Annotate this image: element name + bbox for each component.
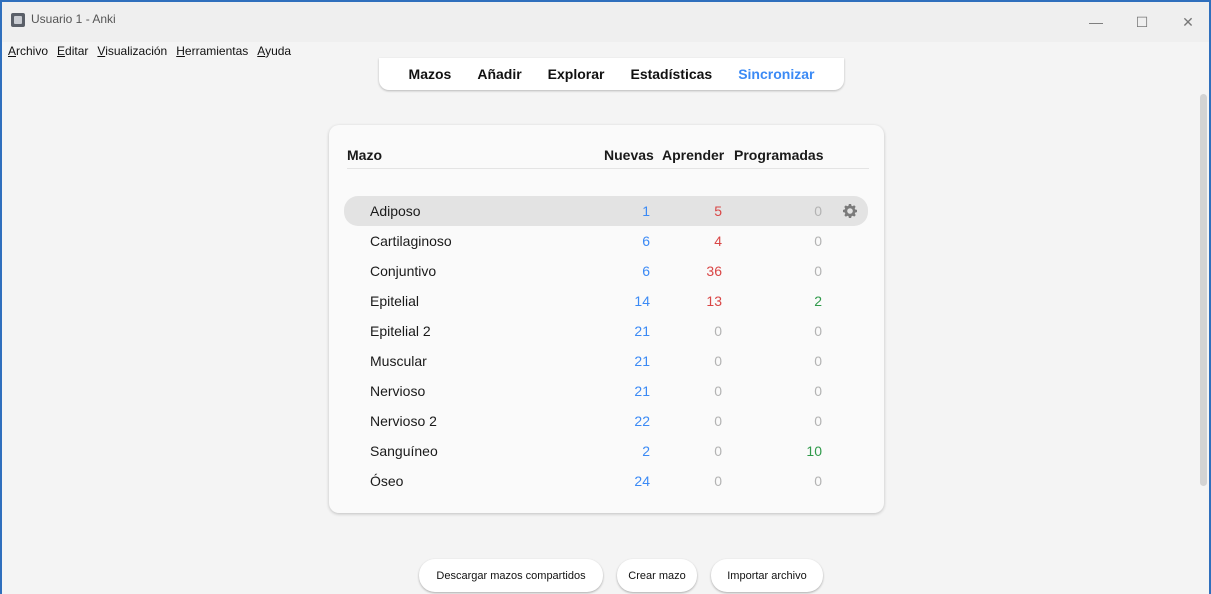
toolbar-stats[interactable]: Estadísticas	[630, 66, 712, 82]
deck-new-count: 2	[642, 443, 650, 459]
anki-window: Usuario 1 - Anki — ☐ ✕ Archivo Editar Visu…	[0, 0, 1211, 594]
deck-new-count: 21	[634, 353, 650, 369]
title-bar: Usuario 1 - Anki — ☐ ✕	[2, 2, 1209, 42]
menu-label-rest: isualización	[105, 44, 168, 58]
deck-learn-count: 0	[714, 473, 722, 489]
deck-new-count: 21	[634, 383, 650, 399]
menu-mnemonic: A	[8, 44, 17, 58]
import-file-button[interactable]: Importar archivo	[711, 559, 823, 592]
menu-archivo[interactable]: Archivo	[8, 44, 48, 60]
deck-new-count: 24	[634, 473, 650, 489]
deck-row[interactable]: Óseo 24 0 0	[344, 466, 868, 496]
vertical-scrollbar[interactable]	[1200, 94, 1207, 486]
menu-ayuda[interactable]: Ayuda	[257, 44, 291, 60]
deck-name[interactable]: Cartilaginoso	[370, 233, 452, 249]
deck-row[interactable]: Epitelial 2 21 0 0	[344, 316, 868, 346]
menu-mnemonic: H	[176, 44, 185, 58]
menu-mnemonic: E	[57, 44, 66, 58]
deck-due-count: 0	[814, 323, 822, 339]
get-shared-button[interactable]: Descargar mazos compartidos	[419, 559, 603, 592]
deck-new-count: 6	[642, 263, 650, 279]
deck-learn-count: 13	[706, 293, 722, 309]
deck-name[interactable]: Nervioso 2	[370, 413, 437, 429]
deck-name[interactable]: Nervioso	[370, 383, 425, 399]
deck-due-count: 10	[806, 443, 822, 459]
main-toolbar: Mazos Añadir Explorar Estadísticas Sincr…	[379, 58, 844, 90]
deck-row[interactable]: Muscular 21 0 0	[344, 346, 868, 376]
deck-new-count: 1	[642, 203, 650, 219]
menu-label-rest: ditar	[65, 44, 89, 58]
deck-row[interactable]: Sanguíneo 2 0 10	[344, 436, 868, 466]
deck-list: Mazo Nuevas Aprender Programadas Adiposo…	[329, 125, 884, 513]
deck-learn-count: 0	[714, 413, 722, 429]
deck-due-count: 2	[814, 293, 822, 309]
deck-learn-count: 0	[714, 383, 722, 399]
deck-learn-count: 0	[714, 323, 722, 339]
toolbar-decks[interactable]: Mazos	[409, 66, 452, 82]
header-due: Programadas	[734, 147, 824, 163]
deck-options-gear-icon[interactable]	[842, 203, 858, 219]
menu-editar[interactable]: Editar	[57, 44, 88, 60]
deck-learn-count: 5	[714, 203, 722, 219]
deck-learn-count: 0	[714, 353, 722, 369]
deck-learn-count: 36	[706, 263, 722, 279]
anki-app-icon	[11, 13, 25, 27]
create-deck-button[interactable]: Crear mazo	[617, 559, 697, 592]
deck-name[interactable]: Epitelial	[370, 293, 419, 309]
deck-name[interactable]: Epitelial 2	[370, 323, 431, 339]
menu-visualizacion[interactable]: Visualización	[97, 44, 167, 60]
deck-row[interactable]: Nervioso 21 0 0	[344, 376, 868, 406]
deck-due-count: 0	[814, 203, 822, 219]
menu-label-rest: rchivo	[16, 44, 49, 58]
deck-new-count: 14	[634, 293, 650, 309]
deck-due-count: 0	[814, 413, 822, 429]
header-new: Nuevas	[604, 147, 654, 163]
menu-label-rest: erramientas	[184, 44, 249, 58]
menu-bar: Archivo Editar Visualización Herramientas Ay…	[8, 44, 300, 60]
deck-due-count: 0	[814, 263, 822, 279]
deck-due-count: 0	[814, 473, 822, 489]
deck-row[interactable]: Adiposo 1 5 0	[344, 196, 868, 226]
menu-label-rest: yuda	[265, 44, 292, 58]
deck-row[interactable]: Epitelial 14 13 2	[344, 286, 868, 316]
deck-new-count: 6	[642, 233, 650, 249]
menu-herramientas[interactable]: Herramientas	[176, 44, 248, 60]
deck-due-count: 0	[814, 383, 822, 399]
toolbar-sync[interactable]: Sincronizar	[738, 66, 814, 82]
menu-mnemonic: A	[257, 44, 266, 58]
deck-learn-count: 0	[714, 443, 722, 459]
window-title: Usuario 1 - Anki	[31, 12, 116, 26]
deck-learn-count: 4	[714, 233, 722, 249]
toolbar-browse[interactable]: Explorar	[548, 66, 605, 82]
deck-due-count: 0	[814, 353, 822, 369]
deck-name[interactable]: Sanguíneo	[370, 443, 438, 459]
header-learn: Aprender	[662, 147, 725, 163]
deck-name[interactable]: Óseo	[370, 473, 403, 489]
deck-name[interactable]: Conjuntivo	[370, 263, 436, 279]
close-button[interactable]: ✕	[1167, 2, 1209, 42]
header-deck: Mazo	[347, 147, 382, 163]
deck-row[interactable]: Conjuntivo 6 36 0	[344, 256, 868, 286]
bottom-actions: Descargar mazos compartidos Crear mazo I…	[2, 559, 1209, 593]
window-controls: — ☐ ✕	[1071, 2, 1209, 42]
deck-new-count: 22	[634, 413, 650, 429]
maximize-button[interactable]: ☐	[1121, 2, 1163, 42]
deck-list-header: Mazo Nuevas Aprender Programadas	[347, 147, 869, 169]
deck-name[interactable]: Muscular	[370, 353, 427, 369]
deck-new-count: 21	[634, 323, 650, 339]
deck-row[interactable]: Cartilaginoso 6 4 0	[344, 226, 868, 256]
deck-row[interactable]: Nervioso 2 22 0 0	[344, 406, 868, 436]
deck-name[interactable]: Adiposo	[370, 203, 421, 219]
minimize-button[interactable]: —	[1075, 2, 1117, 42]
toolbar-add[interactable]: Añadir	[477, 66, 521, 82]
deck-due-count: 0	[814, 233, 822, 249]
